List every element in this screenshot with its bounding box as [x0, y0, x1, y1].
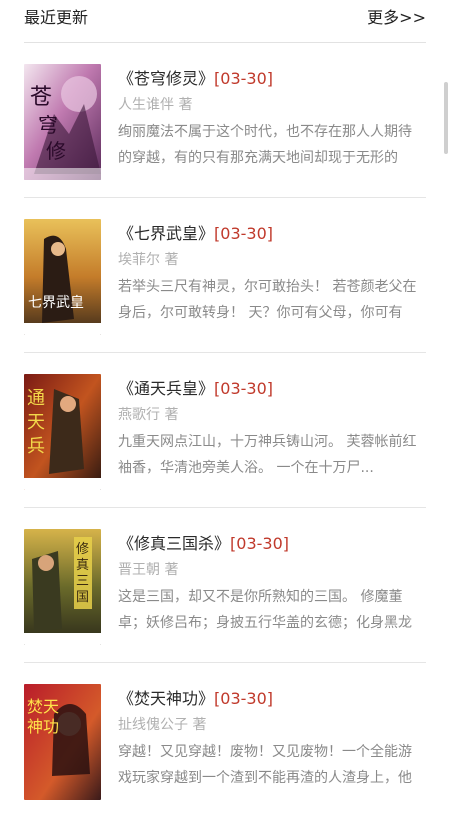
book-title[interactable]: 《通天兵皇》[03-30]	[118, 375, 273, 399]
book-description: 绚丽魔法不属于这个时代，也不存在那人人期待的穿越，有的只有那充满天地间却现于无形…	[118, 124, 412, 166]
book-title[interactable]: 《七界武皇》[03-30]	[118, 220, 273, 244]
book-list: 苍 穹 修 《苍穹修灵》[03-30] 人生谁伴 著 绚丽魔法不属于这个时代，也…	[0, 43, 450, 818]
book-date: [03-30]	[214, 69, 273, 88]
book-cover[interactable]: 苍 穹 修	[24, 64, 101, 180]
svg-text:修: 修	[46, 139, 66, 163]
scrollbar[interactable]	[444, 82, 448, 154]
svg-text:七界武皇: 七界武皇	[28, 295, 84, 311]
book-item[interactable]: 苍 穹 修 《苍穹修灵》[03-30] 人生谁伴 著 绚丽魔法不属于这个时代，也…	[0, 43, 450, 198]
book-author: 燕歌行 著	[118, 407, 179, 423]
book-description: 穿越！又见穿越！废物！又见废物！一个全能游戏玩家穿越到一个渣到不能再渣的人渣身上…	[118, 744, 412, 786]
book-title-text[interactable]: 《苍穹修灵》	[118, 69, 214, 88]
book-cover[interactable]: 焚天 神功	[24, 684, 101, 800]
book-cover-art: 通 天 兵	[24, 374, 101, 490]
book-item[interactable]: 七界武皇 《七界武皇》[03-30] 埃菲尔 著 若举头三尺有神灵，尔可敢抬头！…	[0, 198, 450, 353]
book-cover-art: 焚天 神功	[24, 684, 101, 800]
svg-text:通: 通	[27, 388, 45, 409]
book-date: [03-30]	[230, 534, 289, 553]
more-link[interactable]: 更多>>	[367, 4, 426, 28]
svg-text:天: 天	[27, 412, 45, 433]
svg-text:真: 真	[76, 558, 89, 573]
book-cover[interactable]: 修 真 三 国	[24, 529, 101, 645]
book-description: 若举头三尺有神灵，尔可敢抬头！ 若苍颜老父在身后，尔可敢转身！ 天？你可有父母，…	[118, 279, 417, 321]
book-description: 这是三国，却又不是你所熟知的三国。 修魔董卓；妖修吕布；身披五行华盖的玄德；化身…	[118, 589, 412, 631]
svg-text:神功: 神功	[27, 717, 59, 736]
book-title-text[interactable]: 《通天兵皇》	[118, 379, 214, 398]
svg-text:穹: 穹	[38, 113, 58, 137]
section-header: 最近更新 更多>>	[0, 0, 450, 34]
book-author: 埃菲尔 著	[118, 252, 179, 268]
svg-text:三: 三	[76, 574, 89, 589]
section-title: 最近更新	[24, 8, 89, 27]
book-cover[interactable]: 七界武皇	[24, 219, 101, 335]
book-title-text[interactable]: 《修真三国杀》	[118, 534, 230, 553]
book-title-text[interactable]: 《七界武皇》	[118, 224, 214, 243]
book-item[interactable]: 修 真 三 国 《修真三国杀》[03-30] 晋王朝 著 这是三国，却又不是你所…	[0, 508, 450, 663]
book-description: 九重天网点江山，十万神兵铸山河。 芙蓉帐前红袖香，华清池旁美人浴。 一个在十万尸…	[118, 434, 417, 476]
svg-text:苍: 苍	[30, 85, 52, 110]
book-author: 晋王朝 著	[118, 562, 179, 578]
svg-text:兵: 兵	[27, 436, 45, 457]
book-cover-art: 苍 穹 修	[24, 64, 101, 180]
book-date: [03-30]	[214, 689, 273, 708]
book-cover-art: 修 真 三 国	[24, 529, 101, 645]
svg-text:修: 修	[76, 542, 89, 557]
book-date: [03-30]	[214, 224, 273, 243]
book-author: 人生谁伴 著	[118, 97, 193, 113]
svg-text:国: 国	[76, 590, 89, 605]
book-item[interactable]: 通 天 兵 《通天兵皇》[03-30] 燕歌行 著 九重天网点江山，十万神兵铸山…	[0, 353, 450, 508]
book-author: 扯线傀公子 著	[118, 717, 207, 733]
book-title[interactable]: 《苍穹修灵》[03-30]	[118, 65, 273, 89]
book-date: [03-30]	[214, 379, 273, 398]
svg-text:焚天: 焚天	[27, 697, 59, 716]
book-cover-art: 七界武皇	[24, 219, 101, 335]
book-cover[interactable]: 通 天 兵	[24, 374, 101, 490]
book-title[interactable]: 《焚天神功》[03-30]	[118, 685, 273, 709]
book-item[interactable]: 焚天 神功 《焚天神功》[03-30] 扯线傀公子 著 穿越！又见穿越！废物！又…	[0, 663, 450, 818]
book-title-text[interactable]: 《焚天神功》	[118, 689, 214, 708]
book-title[interactable]: 《修真三国杀》[03-30]	[118, 530, 289, 554]
